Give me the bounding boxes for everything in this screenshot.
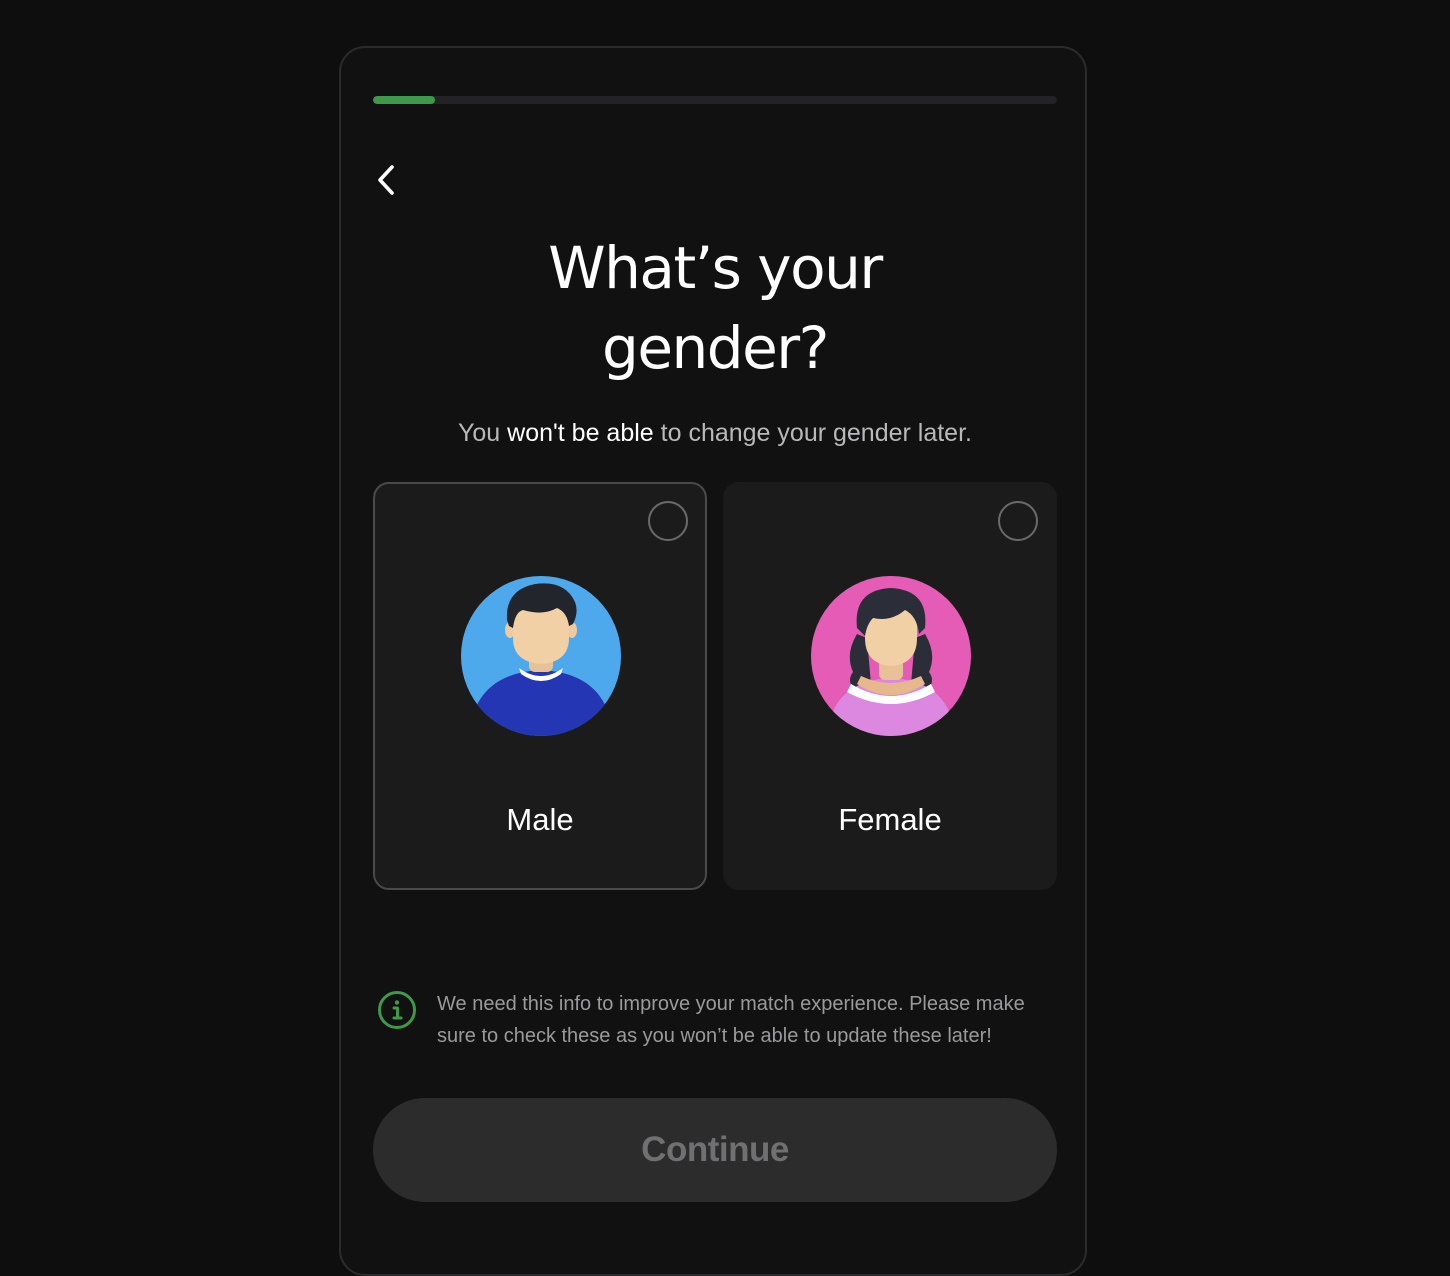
continue-button[interactable]: Continue <box>373 1098 1057 1202</box>
male-label: Male <box>506 802 574 837</box>
progress-bar-fill <box>373 96 435 104</box>
subtitle-text-after: to change your gender later. <box>653 419 972 447</box>
gender-option-female[interactable]: Female <box>723 482 1057 890</box>
subtitle-text-before: You <box>458 419 508 447</box>
title-line-2: gender? <box>602 314 829 382</box>
female-radio-button[interactable] <box>998 501 1038 541</box>
back-button[interactable] <box>367 160 407 200</box>
male-avatar-icon <box>461 576 621 736</box>
progress-bar <box>373 96 1057 104</box>
female-avatar-icon <box>811 576 971 736</box>
page-title: What’s your gender? <box>341 228 1089 388</box>
male-radio-button[interactable] <box>648 501 688 541</box>
info-icon <box>378 991 416 1029</box>
page-subtitle: You won't be able to change your gender … <box>341 416 1089 450</box>
subtitle-emphasis: won't be able <box>507 419 654 447</box>
onboarding-panel: What’s your gender? You won't be able to… <box>339 46 1087 1276</box>
female-label: Female <box>838 802 942 837</box>
gender-option-male[interactable]: Male <box>373 482 707 890</box>
title-line-1: What’s your <box>548 234 883 302</box>
info-text: We need this info to improve your match … <box>437 993 1025 1047</box>
chevron-left-icon <box>378 165 394 195</box>
